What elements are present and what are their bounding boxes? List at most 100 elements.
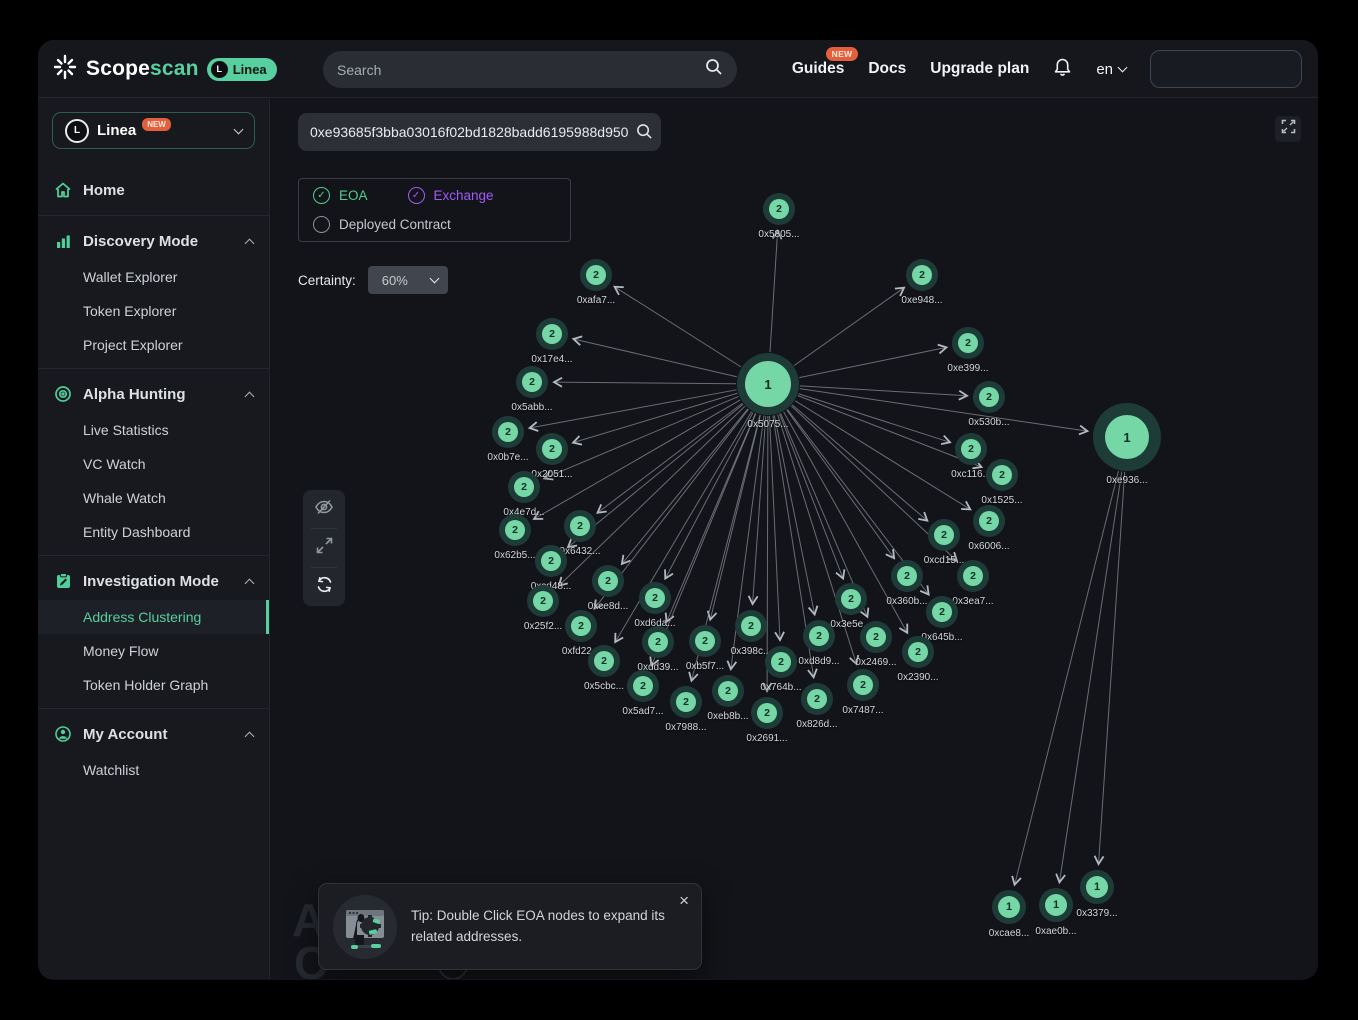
chevron-down-icon	[429, 274, 439, 284]
divider	[38, 708, 269, 709]
graph-node[interactable]: 2	[835, 583, 867, 615]
bar-chart-icon	[54, 232, 72, 250]
address-search-input[interactable]: 0xe93685f3bba03016f02bd1828badd6195988d9…	[298, 113, 661, 151]
sidebar-item-project-explorer[interactable]: Project Explorer	[38, 328, 269, 362]
graph-node[interactable]: 2	[973, 381, 1005, 413]
graph-node-label: 0xe936...	[1082, 475, 1172, 486]
sidebar-section-alpha-hunting[interactable]: Alpha Hunting	[38, 375, 269, 413]
network-badge: L Linea	[207, 58, 277, 81]
sidebar-item-address-clustering[interactable]: Address Clustering	[38, 600, 269, 634]
graph-node[interactable]: 2	[535, 545, 567, 577]
legend-eoa-checkbox[interactable]: ✓ EOA	[313, 187, 368, 204]
graph-node[interactable]: 2	[508, 471, 540, 503]
language-selector[interactable]: en	[1096, 61, 1126, 78]
graph-node[interactable]: 2	[580, 259, 612, 291]
empty-circle-icon	[313, 216, 330, 233]
nav-guides[interactable]: Guides NEW	[792, 60, 845, 78]
graph-node[interactable]: 2	[801, 683, 833, 715]
graph-node[interactable]: 2	[588, 645, 620, 677]
nav-docs[interactable]: Docs	[868, 60, 906, 78]
sidebar-section-my-account[interactable]: My Account	[38, 715, 269, 753]
sidebar: L Linea NEW Home	[38, 98, 270, 979]
node-type-legend: ✓ EOA ✓ Exchange Deployed Contract	[298, 178, 571, 242]
graph-node[interactable]: 1	[1080, 870, 1114, 904]
graph-node[interactable]: 2	[957, 560, 989, 592]
sidebar-item-vc-watch[interactable]: VC Watch	[38, 447, 269, 481]
graph-node[interactable]: 2	[670, 686, 702, 718]
graph-node[interactable]: 1	[737, 353, 799, 415]
sidebar-item-live-statistics[interactable]: Live Statistics	[38, 413, 269, 447]
graph-node[interactable]: 2	[955, 433, 987, 465]
sidebar-section-investigation-mode[interactable]: Investigation Mode	[38, 562, 269, 600]
graph-node[interactable]: 2	[639, 582, 671, 614]
certainty-dropdown[interactable]: 60%	[368, 266, 448, 294]
graph-node[interactable]: 2	[642, 626, 674, 658]
graph-node[interactable]: 2	[928, 519, 960, 551]
header-nav: Guides NEW Docs Upgrade plan en	[792, 40, 1302, 98]
sidebar-item-home[interactable]: Home	[38, 171, 269, 209]
sidebar-item-money-flow[interactable]: Money Flow	[38, 634, 269, 668]
refresh-button[interactable]	[303, 568, 345, 606]
graph-node[interactable]: 2	[564, 510, 596, 542]
sidebar-item-token-explorer[interactable]: Token Explorer	[38, 294, 269, 328]
graph-node[interactable]: 2	[803, 620, 835, 652]
sidebar-item-token-holder-graph[interactable]: Token Holder Graph	[38, 668, 269, 702]
graph-node[interactable]: 2	[860, 621, 892, 653]
graph-node[interactable]: 2	[751, 697, 783, 729]
sidebar-section-discovery-mode[interactable]: Discovery Mode	[38, 222, 269, 260]
graph-node[interactable]: 2	[536, 318, 568, 350]
nav-upgrade-plan[interactable]: Upgrade plan	[930, 60, 1029, 78]
graph-canvas[interactable]: A C 10x5075...10xe936...20x5805...20xafa…	[270, 98, 1318, 979]
graph-node[interactable]: 2	[952, 327, 984, 359]
graph-node[interactable]: 2	[765, 646, 797, 678]
graph-node[interactable]: 1	[1039, 888, 1073, 922]
graph-node[interactable]: 2	[492, 416, 524, 448]
graph-node[interactable]: 2	[627, 670, 659, 702]
graph-node[interactable]: 2	[527, 585, 559, 617]
network-select[interactable]: L Linea NEW	[52, 112, 255, 149]
screen: Scopescan L Linea Search Guides NEW	[0, 0, 1358, 1020]
graph-node[interactable]: 2	[763, 193, 795, 225]
legend-exchange-checkbox[interactable]: ✓ Exchange	[408, 187, 494, 204]
fit-view-button[interactable]	[303, 529, 345, 567]
app-window: Scopescan L Linea Search Guides NEW	[38, 40, 1318, 980]
graph-node[interactable]: 2	[499, 514, 531, 546]
global-search-input[interactable]: Search	[323, 51, 737, 88]
graph-node[interactable]: 2	[906, 259, 938, 291]
graph-node[interactable]: 2	[689, 625, 721, 657]
graph-node[interactable]: 2	[902, 636, 934, 668]
brand-name: Scopescan	[86, 57, 199, 81]
close-icon[interactable]: ×	[679, 892, 689, 909]
graph-node[interactable]: 1	[1093, 403, 1161, 471]
graph-node[interactable]: 2	[565, 610, 597, 642]
tip-toast: Tip: Double Click EOA nodes to expand it…	[318, 883, 702, 970]
graph-node[interactable]: 2	[847, 669, 879, 701]
sidebar-item-entity-dashboard[interactable]: Entity Dashboard	[38, 515, 269, 549]
sidebar-item-whale-watch[interactable]: Whale Watch	[38, 481, 269, 515]
graph-node[interactable]: 2	[986, 459, 1018, 491]
fullscreen-button[interactable]	[1275, 116, 1301, 142]
legend-deployed-contract-checkbox[interactable]: Deployed Contract	[313, 216, 451, 233]
graph-node[interactable]: 2	[516, 366, 548, 398]
graph-node[interactable]: 2	[536, 433, 568, 465]
divider	[38, 215, 269, 216]
graph-node[interactable]: 2	[891, 560, 923, 592]
divider	[38, 368, 269, 369]
graph-node-label: 0x7988...	[641, 722, 731, 733]
graph-node[interactable]: 2	[592, 565, 624, 597]
chevron-down-icon	[1118, 63, 1128, 73]
graph-node-label: 0x17e4...	[507, 354, 597, 365]
notification-bell-icon[interactable]	[1053, 57, 1072, 82]
starburst-logo-icon	[52, 54, 78, 85]
graph-node[interactable]: 2	[735, 610, 767, 642]
graph-node[interactable]: 2	[973, 505, 1005, 537]
hide-labels-button[interactable]	[303, 490, 345, 528]
sidebar-item-watchlist[interactable]: Watchlist	[38, 753, 269, 787]
search-icon	[705, 58, 723, 81]
wallet-connect-button[interactable]	[1150, 50, 1302, 88]
sidebar-item-wallet-explorer[interactable]: Wallet Explorer	[38, 260, 269, 294]
graph-node[interactable]: 2	[712, 675, 744, 707]
graph-node[interactable]: 2	[926, 596, 958, 628]
brand[interactable]: Scopescan L Linea	[52, 40, 277, 98]
graph-node[interactable]: 1	[992, 890, 1026, 924]
